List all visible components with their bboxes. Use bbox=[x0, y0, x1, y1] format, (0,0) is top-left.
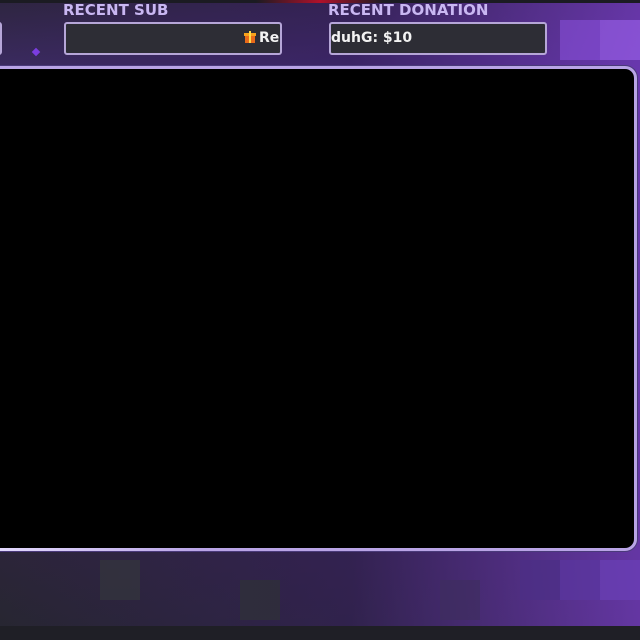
mosaic-tile bbox=[560, 20, 600, 60]
recent-donation-ticker: duhG: $10 bbox=[329, 22, 547, 55]
recent-sub-ticker: Re bbox=[64, 22, 282, 55]
bottom-bar bbox=[0, 626, 640, 640]
recent-sub-ticker-text: Re bbox=[259, 30, 280, 46]
mosaic-tile bbox=[600, 560, 640, 600]
mosaic-tile bbox=[440, 580, 480, 620]
recent-sub-label: RECENT SUB bbox=[63, 1, 169, 19]
recent-sub-ticker-content: Re bbox=[244, 24, 279, 53]
recent-donation-ticker-text: duhG: $10 bbox=[331, 30, 413, 46]
gift-icon bbox=[244, 31, 256, 43]
gameplay-frame bbox=[0, 66, 637, 551]
mosaic-tile bbox=[600, 20, 640, 60]
mosaic-tile bbox=[240, 580, 280, 620]
sparkle-icon bbox=[31, 47, 41, 57]
stream-overlay: RECENT SUB RECENT DONATION Re duhG: $10 bbox=[0, 0, 640, 640]
mosaic-tile bbox=[560, 560, 600, 600]
mosaic-tile bbox=[100, 560, 140, 600]
recent-donation-label: RECENT DONATION bbox=[328, 1, 489, 19]
ticker-box-left-stub bbox=[0, 22, 2, 55]
frame-glow bbox=[0, 548, 203, 551]
mosaic-tile bbox=[520, 560, 560, 600]
